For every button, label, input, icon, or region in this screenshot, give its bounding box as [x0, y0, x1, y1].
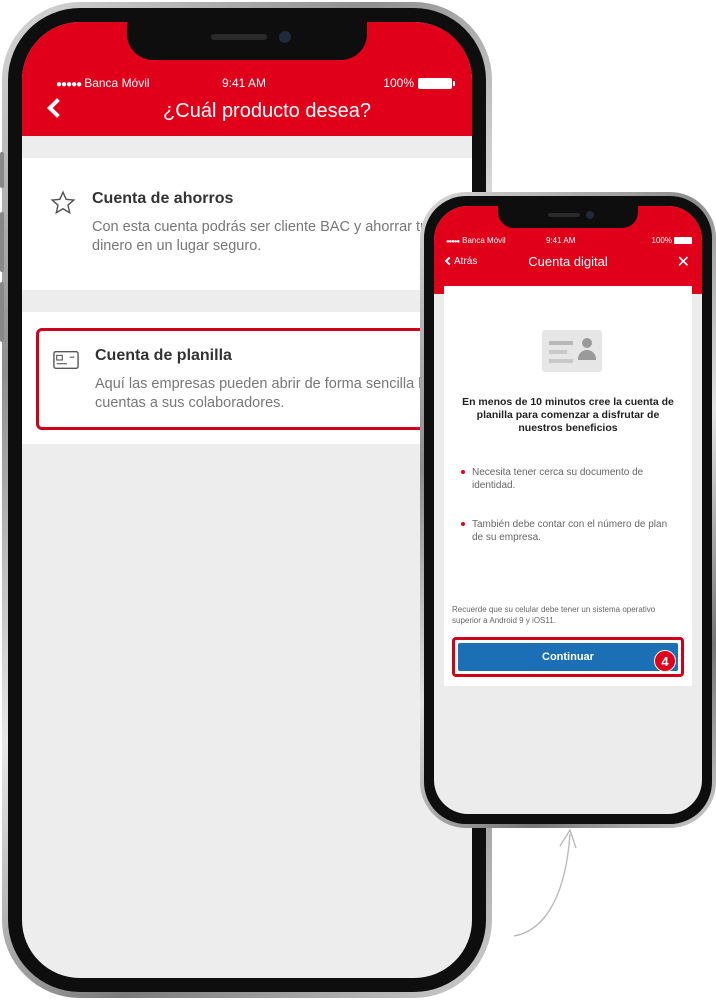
card-heading: En menos de 10 minutos cree la cuenta de… [462, 396, 674, 434]
speaker [211, 34, 267, 40]
phone-large-bezel: ●●●●● Banca Móvil 9:41 AM 100% ¿Cuál prod… [8, 8, 486, 992]
front-camera [279, 31, 291, 43]
curved-arrow-icon [513, 828, 577, 937]
carrier: ●●●●● Banca Móvil [446, 236, 506, 245]
signal-dots-icon: ●●●●● [56, 79, 82, 90]
battery-percent: 100% [383, 76, 414, 90]
status-bar: ●●●●● Banca Móvil 9:41 AM 100% [22, 74, 472, 94]
phone-large: ●●●●● Banca Móvil 9:41 AM 100% ¿Cuál prod… [0, 2, 492, 998]
phone-small-bezel: ●●●●● Banca Móvil 9:41 AM 100% Atrás Cuen… [424, 196, 712, 824]
option-content-highlighted: Cuenta de planilla Aquí las empresas pue… [36, 328, 462, 430]
option-cuenta-planilla[interactable]: Cuenta de planilla Aquí las empresas pue… [22, 312, 472, 444]
continue-button[interactable]: Continuar [458, 643, 678, 671]
volume-down-button [0, 282, 4, 342]
button-highlight-frame: Continuar [452, 637, 684, 677]
status-time: 9:41 AM [222, 76, 267, 90]
front-camera [586, 211, 594, 219]
notch [498, 206, 638, 228]
battery-icon [674, 237, 692, 244]
option-cuenta-ahorros[interactable]: Cuenta de ahorros Con esta cuenta podrás… [22, 158, 472, 290]
option-title: Cuenta de ahorros [92, 190, 234, 207]
carrier-label: Banca Móvil [462, 236, 506, 245]
phone-small: ●●●●● Banca Móvil 9:41 AM 100% Atrás Cuen… [420, 192, 716, 828]
page-title: Cuenta digital [528, 254, 608, 269]
info-card: En menos de 10 minutos cree la cuenta de… [444, 286, 692, 686]
signal-dots-icon: ●●●●● [446, 239, 460, 245]
id-card-illustration-icon [542, 330, 602, 372]
step-badge: 4 [654, 650, 676, 672]
battery-percent: 100% [651, 236, 672, 245]
mute-switch [0, 152, 4, 188]
option-content: Cuenta de ahorros Con esta cuenta podrás… [36, 174, 462, 276]
battery-icon [418, 78, 455, 89]
phone-large-screen: ●●●●● Banca Móvil 9:41 AM 100% ¿Cuál prod… [22, 22, 472, 978]
option-description: Con esta cuenta podrás ser cliente BAC y… [92, 219, 429, 254]
nav-bar: ¿Cuál producto desea? [22, 98, 472, 128]
close-icon[interactable]: ✕ [677, 252, 690, 272]
star-icon [50, 190, 76, 215]
nav-bar: Atrás Cuenta digital ✕ [434, 254, 702, 274]
system-note: Recuerde que su celular debe tener un si… [452, 605, 656, 625]
option-title: Cuenta de planilla [95, 347, 232, 364]
volume-up-button [0, 212, 4, 272]
carrier: ●●●●● Banca Móvil [56, 76, 150, 90]
status-time: 9:41 AM [546, 236, 576, 245]
requirement-item: También debe contar con el número de pla… [458, 518, 678, 544]
speaker [548, 213, 580, 217]
phone-small-screen: ●●●●● Banca Móvil 9:41 AM 100% Atrás Cuen… [434, 206, 702, 814]
option-description: Aquí las empresas pueden abrir de forma … [95, 376, 437, 411]
page-title: ¿Cuál producto desea? [163, 100, 371, 122]
requirement-item: Necesita tener cerca su documento de ide… [458, 466, 678, 492]
carrier-label: Banca Móvil [84, 76, 150, 90]
id-card-icon [53, 350, 79, 370]
notch [127, 22, 367, 60]
